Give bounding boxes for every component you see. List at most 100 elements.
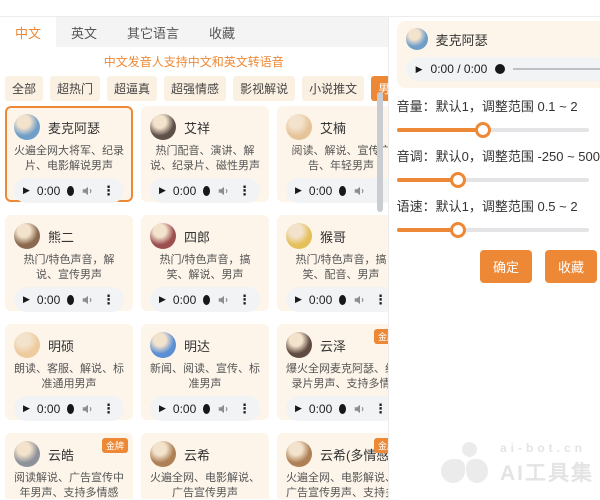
filter-chip[interactable]: 超热门 (50, 76, 100, 101)
audio-player[interactable]: ▶ 0:00 ⋮ (150, 178, 260, 203)
slider-fill (397, 128, 483, 132)
voice-card[interactable]: 明硕 朗读、客服、解说、标准通用男声 ▶ 0:00 ⋮ (5, 324, 133, 420)
language-tab[interactable]: 收藏 (194, 17, 250, 47)
audio-player[interactable]: ▶ 0:00 ⋮ (14, 396, 124, 421)
voice-card[interactable]: 猴哥 热门/特色声音，搞笑、配音、男声 ▶ 0:00 ⋮ (277, 215, 389, 311)
favorite-button[interactable]: 收藏 (545, 250, 597, 283)
volume-icon[interactable] (81, 402, 95, 416)
play-icon[interactable]: ▶ (23, 404, 30, 413)
play-icon[interactable]: ▶ (23, 186, 30, 195)
volume-icon[interactable] (353, 402, 367, 416)
slider-thumb[interactable] (450, 222, 466, 238)
voice-card[interactable]: 熊二 热门/特色声音，解说、宣传男声 ▶ 0:00 ⋮ (5, 215, 133, 311)
language-tab[interactable]: 其它语言 (112, 17, 194, 47)
slider-thumb[interactable] (475, 122, 491, 138)
slider-fill (397, 228, 458, 232)
voice-card[interactable]: 金牌 云皓 阅读解说、广告宣传中年男声、支持多情感 ▶ 0:00 ⋮ (5, 433, 133, 499)
voice-card[interactable]: 艾楠 阅读、解说、宣传广告、年轻男声 ▶ 0:00 ⋮ (277, 106, 389, 202)
player-menu-icon[interactable]: ⋮ (102, 292, 115, 308)
filter-chip[interactable]: 小说推文 (302, 76, 364, 101)
seek-thumb[interactable] (67, 404, 74, 414)
seek-thumb[interactable] (339, 186, 346, 196)
voice-card[interactable]: 麦克阿瑟 火遍全网大将军、纪录片、电影解说男声 ▶ 0:00 ⋮ (5, 106, 133, 202)
selected-voice-avatar (406, 28, 428, 50)
slider-track (397, 228, 589, 232)
play-icon[interactable]: ▶ (295, 295, 302, 304)
voice-description: 火遍全网、电影解说、广告宣传男声 (150, 471, 260, 499)
player-menu-icon[interactable]: ⋮ (238, 401, 251, 417)
detail-audio-player[interactable]: ▶ 0:00 / 0:00 (406, 57, 600, 81)
voice-card[interactable]: 明达 新闻、阅读、宣传、标准男声 ▶ 0:00 ⋮ (141, 324, 269, 420)
seek-thumb[interactable] (339, 404, 346, 414)
pitch-param: 音调：默认0，调整范围 -250 ~ 500 (397, 146, 600, 188)
avatar (286, 223, 312, 249)
voice-description: 朗读、客服、解说、标准通用男声 (14, 362, 124, 392)
player-menu-icon[interactable]: ⋮ (238, 292, 251, 308)
volume-icon[interactable] (217, 293, 231, 307)
player-menu-icon[interactable]: ⋮ (102, 183, 115, 199)
seek-thumb[interactable] (203, 186, 210, 196)
filter-chip[interactable]: 超强情感 (164, 76, 226, 101)
audio-player[interactable]: ▶ 0:00 ⋮ (14, 178, 124, 203)
volume-icon[interactable] (81, 293, 95, 307)
chip-label: 全部 (12, 82, 36, 96)
volume-slider[interactable] (397, 122, 589, 138)
player-menu-icon[interactable]: ⋮ (238, 183, 251, 199)
seek-thumb[interactable] (339, 295, 346, 305)
volume-icon[interactable] (217, 184, 231, 198)
play-icon[interactable]: ▶ (159, 186, 166, 195)
seek-thumb[interactable] (203, 404, 210, 414)
voice-card-header: 明达 (150, 332, 260, 358)
speed-slider[interactable] (397, 222, 589, 238)
filter-chip[interactable]: 全部 (5, 76, 43, 101)
play-icon[interactable]: ▶ (295, 404, 302, 413)
voice-description: 热门/特色声音，解说、宣传男声 (14, 253, 124, 283)
player-time: 0:00 (309, 184, 332, 198)
voice-card-header: 艾祥 (150, 114, 260, 140)
audio-player[interactable]: ▶ 0:00 ⋮ (150, 396, 260, 421)
play-icon[interactable]: ▶ (159, 404, 166, 413)
volume-icon[interactable] (81, 184, 95, 198)
volume-label: 音量：默认1，调整范围 0.1 ~ 2 (397, 96, 600, 115)
audio-player[interactable]: ▶ 0:00 ⋮ (286, 178, 389, 203)
player-menu-icon[interactable]: ⋮ (374, 401, 387, 417)
language-tab[interactable]: 中文 (0, 17, 56, 47)
language-tabstrip: 中文 英文 其它语言 收藏 (0, 17, 388, 47)
voice-card-header: 四郎 (150, 223, 260, 249)
voice-name: 云希 (184, 445, 210, 464)
audio-player[interactable]: ▶ 0:00 ⋮ (286, 287, 389, 312)
voice-card[interactable]: 四郎 热门/特色声音，搞笑、解说、男声 ▶ 0:00 ⋮ (141, 215, 269, 311)
volume-icon[interactable] (217, 402, 231, 416)
volume-icon[interactable] (353, 293, 367, 307)
voice-card[interactable]: 艾祥 热门配音、演讲、解说、纪录片、磁性男声 ▶ 0:00 ⋮ (141, 106, 269, 202)
volume-param: 音量：默认1，调整范围 0.1 ~ 2 (397, 96, 600, 138)
audio-player[interactable]: ▶ 0:00 ⋮ (150, 287, 260, 312)
confirm-button[interactable]: 确定 (480, 250, 532, 283)
player-menu-icon[interactable]: ⋮ (374, 292, 387, 308)
seek-thumb[interactable] (67, 186, 74, 196)
seek-thumb[interactable] (67, 295, 74, 305)
seek-track[interactable] (513, 68, 600, 70)
watermark: ai-bot.cn AI工具集 (440, 441, 594, 487)
tab-label: 英文 (71, 23, 97, 42)
scrollbar-thumb[interactable] (377, 92, 383, 212)
voice-card[interactable]: 云希 火遍全网、电影解说、广告宣传男声 ▶ 0:00 ⋮ (141, 433, 269, 499)
audio-player[interactable]: ▶ 0:00 ⋮ (14, 287, 124, 312)
play-icon[interactable]: ▶ (159, 295, 166, 304)
play-icon[interactable]: ▶ (295, 186, 302, 195)
seek-thumb[interactable] (495, 64, 505, 74)
filter-chip[interactable]: 影视解说 (233, 76, 295, 101)
seek-thumb[interactable] (203, 295, 210, 305)
chip-label: 超逼真 (114, 82, 150, 96)
player-menu-icon[interactable]: ⋮ (102, 401, 115, 417)
audio-player[interactable]: ▶ 0:00 ⋮ (286, 396, 389, 421)
play-icon[interactable]: ▶ (416, 65, 423, 74)
slider-thumb[interactable] (450, 172, 466, 188)
play-icon[interactable]: ▶ (23, 295, 30, 304)
voice-card[interactable]: 金牌 云希(多情感) 火遍全网、电影解说、广告宣传男声、支持多情感、多角色 ▶ … (277, 433, 389, 499)
language-tab[interactable]: 英文 (56, 17, 112, 47)
filter-chip[interactable]: 超逼真 (107, 76, 157, 101)
volume-icon[interactable] (353, 184, 367, 198)
pitch-slider[interactable] (397, 172, 589, 188)
voice-card[interactable]: 金牌 云泽 爆火全网麦克阿瑟、纪录片男声、支持多情感、多角色 ▶ 0:00 ⋮ (277, 324, 389, 420)
